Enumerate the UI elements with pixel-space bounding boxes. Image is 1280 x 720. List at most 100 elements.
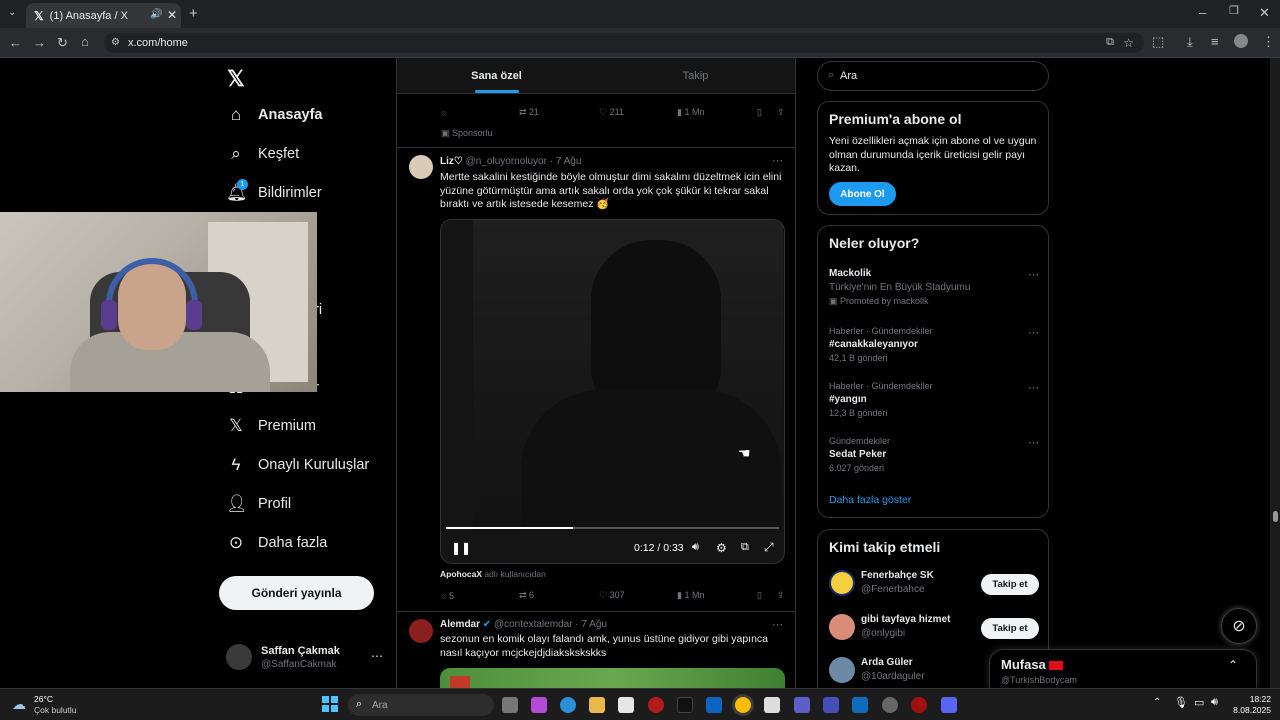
trend-item[interactable]: Mackolik Türkiye'nin En Büyük Stadyumu ▣… bbox=[829, 268, 1039, 307]
reload-icon[interactable]: ↻ bbox=[57, 36, 68, 49]
app-icon[interactable] bbox=[882, 697, 898, 713]
tweet-media-image[interactable] bbox=[440, 668, 785, 688]
close-tab-icon[interactable]: ✕ bbox=[167, 8, 177, 22]
bookmark-star-icon[interactable]: ☆ bbox=[1123, 36, 1134, 50]
x-logo-icon[interactable]: 𝕏 bbox=[227, 66, 245, 92]
fullscreen-icon[interactable]: ⤢ bbox=[764, 540, 774, 555]
tweet-time[interactable]: · 7 Ağu bbox=[575, 619, 607, 630]
scrollbar-thumb[interactable] bbox=[1273, 511, 1278, 522]
page-scrollbar[interactable] bbox=[1270, 58, 1280, 688]
chrome-icon[interactable] bbox=[735, 697, 751, 713]
pause-icon[interactable]: ❚❚ bbox=[451, 541, 471, 555]
like-action[interactable]: ♡ 211 bbox=[599, 107, 677, 118]
credit-user[interactable]: ApohocaX bbox=[440, 569, 482, 579]
browser-tab[interactable]: 𝕏 (1) Anasayfa / X 🔊 ✕ bbox=[26, 3, 181, 28]
reply-action[interactable]: ○ 5 bbox=[441, 591, 519, 601]
file-explorer-icon[interactable] bbox=[589, 697, 605, 713]
trend-item[interactable]: Haberler · Gündemdekiler #canakkaleyanıy… bbox=[829, 326, 1039, 363]
avatar[interactable] bbox=[409, 155, 433, 179]
discord-icon[interactable] bbox=[941, 697, 957, 713]
like-action[interactable]: ♡ 307 bbox=[599, 590, 677, 601]
follow-button[interactable]: Takip et bbox=[981, 618, 1039, 639]
views-action[interactable]: ▮ 1 Mn bbox=[677, 590, 757, 601]
new-tab-icon[interactable]: + bbox=[189, 6, 198, 21]
outlook-icon[interactable] bbox=[706, 697, 722, 713]
extensions-icon[interactable]: ⬚ bbox=[1152, 35, 1164, 48]
bookmark-action-icon[interactable]: ▯ bbox=[757, 590, 777, 601]
tweet-more-icon[interactable]: ⋯ bbox=[772, 618, 783, 631]
follow-suggestion[interactable]: Fenerbahçe SK @Fenerbahce Takip et bbox=[829, 570, 1039, 600]
weather-temp[interactable]: 26°C bbox=[34, 694, 53, 704]
pip-icon[interactable]: ⧉ bbox=[741, 541, 749, 554]
tweet-time[interactable]: · 7 Ağu bbox=[550, 156, 582, 167]
tweet-author-name[interactable]: Liz♡ bbox=[440, 156, 463, 167]
tweet-video[interactable]: ❚❚ 0:12 / 0:33 🔊︎ ⚙ ⧉ ⤢ bbox=[440, 219, 785, 564]
volume-icon[interactable]: 🔊︎ bbox=[692, 541, 699, 554]
speaker-icon[interactable]: 🔊 bbox=[150, 9, 162, 20]
windows-start-icon[interactable] bbox=[322, 696, 338, 712]
opera-icon[interactable] bbox=[648, 697, 664, 713]
site-info-icon[interactable]: ⚙ bbox=[111, 37, 120, 48]
restore-icon[interactable]: ❐ bbox=[1229, 6, 1239, 17]
trend-more-icon[interactable]: ⋯ bbox=[1028, 381, 1039, 394]
video-progress-track[interactable] bbox=[446, 527, 779, 529]
trend-more-icon[interactable]: ⋯ bbox=[1028, 436, 1039, 449]
bookmark-action-icon[interactable]: ▯ bbox=[757, 107, 777, 118]
share-icon[interactable]: ⇪ bbox=[777, 590, 785, 601]
clock-time[interactable]: 18:22 bbox=[1233, 694, 1271, 704]
tab-for-you[interactable]: Sana özel bbox=[397, 58, 596, 93]
copilot-icon[interactable] bbox=[531, 697, 547, 713]
messages-drawer[interactable]: Mufasa @TurkishBodycam ⌃ bbox=[989, 649, 1257, 688]
trend-more-icon[interactable]: ⋯ bbox=[1028, 326, 1039, 339]
grok-icon[interactable]: ⊘ bbox=[1221, 608, 1257, 644]
word-icon[interactable] bbox=[852, 697, 868, 713]
follow-suggestion[interactable]: gibi tayfaya hizmet @onlygibi Takip et bbox=[829, 614, 1039, 644]
repost-action[interactable]: ⇄ 6 bbox=[519, 590, 599, 601]
tab-list-icon[interactable]: ⌄ bbox=[8, 8, 16, 18]
app-icon[interactable] bbox=[764, 697, 780, 713]
minimize-icon[interactable]: – bbox=[1199, 6, 1206, 19]
views-action[interactable]: ▮ 1 Mn bbox=[677, 107, 757, 118]
store-icon[interactable] bbox=[618, 697, 634, 713]
tiktok-icon[interactable] bbox=[677, 697, 693, 713]
back-icon[interactable]: ← bbox=[9, 36, 22, 49]
tab-following[interactable]: Takip bbox=[596, 58, 795, 93]
taskbar-search[interactable]: ⌕ Ara bbox=[348, 694, 494, 716]
account-switcher[interactable]: Saffan Çakmak @SaffanCakmak ⋯ bbox=[226, 643, 386, 673]
tweet-more-icon[interactable]: ⋯ bbox=[772, 154, 783, 167]
close-window-icon[interactable]: ✕ bbox=[1259, 6, 1270, 19]
reading-list-icon[interactable]: ≡ bbox=[1211, 35, 1219, 48]
expand-icon[interactable]: ⌃ bbox=[1228, 658, 1238, 672]
menu-kebab-icon[interactable]: ⋮ bbox=[1262, 35, 1275, 48]
tray-chevron-icon[interactable]: ⌃ bbox=[1153, 697, 1161, 708]
profile-avatar-icon[interactable] bbox=[1234, 34, 1248, 48]
teams-icon[interactable] bbox=[794, 697, 810, 713]
microphone-icon[interactable]: 🎙︎ bbox=[1174, 696, 1188, 709]
settings-gear-icon[interactable]: ⚙ bbox=[716, 541, 727, 555]
download-icon[interactable]: ⤓ bbox=[1187, 35, 1193, 48]
search-input[interactable]: ⌕ Ara bbox=[817, 61, 1049, 91]
volume-icon[interactable]: 🔊︎ bbox=[1211, 696, 1218, 709]
tweet-author-handle[interactable]: @contextalemdar bbox=[494, 619, 573, 630]
follow-button[interactable]: Takip et bbox=[981, 574, 1039, 595]
obs-icon[interactable] bbox=[911, 697, 927, 713]
clock-date[interactable]: 8.08.2025 bbox=[1225, 705, 1271, 715]
task-view-icon[interactable] bbox=[502, 697, 518, 713]
address-bar[interactable]: ⚙ x.com/home ☆ ⧉ bbox=[104, 33, 1144, 53]
avatar[interactable] bbox=[409, 619, 433, 643]
teams-work-icon[interactable] bbox=[823, 697, 839, 713]
reply-icon[interactable]: ○ bbox=[441, 108, 519, 118]
cast-icon[interactable]: ⧉ bbox=[1106, 36, 1114, 49]
weather-text[interactable]: Çok bulutlu bbox=[34, 705, 77, 715]
trend-more-icon[interactable]: ⋯ bbox=[1028, 268, 1039, 281]
share-icon[interactable]: ⇪ bbox=[777, 107, 785, 118]
tweet-author-name[interactable]: Alemdar bbox=[440, 619, 480, 630]
subscribe-button[interactable]: Abone Ol bbox=[829, 182, 896, 206]
display-icon[interactable]: ▭ bbox=[1194, 696, 1204, 709]
forward-icon[interactable]: → bbox=[33, 36, 46, 49]
post-button[interactable]: Gönderi yayınla bbox=[219, 576, 374, 610]
tweet-author-handle[interactable]: @n_oluyornoluyor bbox=[466, 156, 547, 167]
trend-item[interactable]: Gündemdekiler Sedat Peker 6.027 gönderi … bbox=[829, 436, 1039, 473]
edge-icon[interactable] bbox=[560, 697, 576, 713]
trend-item[interactable]: Haberler · Gündemdekiler #yangın 12,3 B … bbox=[829, 381, 1039, 418]
